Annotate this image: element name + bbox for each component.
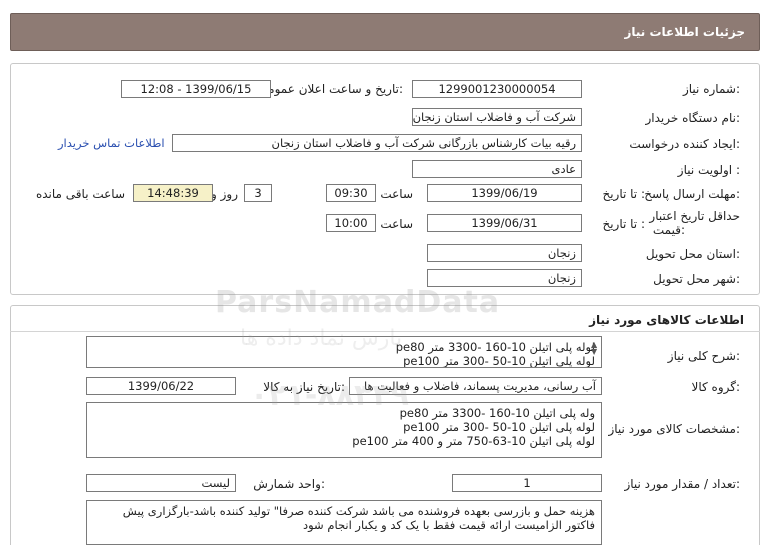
unit-label: واحد شمارش: — [253, 477, 325, 491]
summary-line: لوله پلی اتیلن 10-50 -300 متر pe100 — [403, 354, 595, 368]
notes-line: هزینه حمل و بازرسی بعهده فروشنده می باشد… — [122, 504, 595, 518]
deadline-label: مهلت ارسال پاسخ: — [644, 187, 740, 201]
buyer-contact-link[interactable]: اطلاعات تماس خریدار — [58, 136, 165, 150]
validity-to-date-label: تا تاریخ : — [602, 217, 645, 231]
remaining-time-label: ساعت باقی مانده — [35, 187, 125, 201]
watermark-brand-fa: پارس نماد داده ها — [240, 326, 403, 351]
buyer-org-label: نام دستگاه خریدار: — [645, 111, 741, 125]
goods-group-label: گروه کالا: — [691, 380, 741, 394]
goods-section-title: اطلاعات کالاهای مورد نیاز — [589, 313, 744, 327]
need-number-label: شماره نیاز: — [682, 82, 740, 96]
spec-line: لوله پلی اتیلن 10-63-750 متر و 400 متر p… — [352, 434, 595, 448]
deadline-to-date-label: تا تاریخ : — [602, 187, 645, 201]
notes-line: فاکتور الزامیست ارائه قیمت فقط با یک کد … — [302, 518, 595, 532]
deadline-date-field: 1399/06/19 — [427, 184, 582, 202]
requester-label: ایجاد کننده درخواست: — [629, 137, 740, 151]
spec-label: مشخصات کالای مورد نیاز: — [608, 422, 740, 436]
province-field: زنجان — [427, 244, 582, 262]
page-title: جزئیات اطلاعات نیاز — [624, 25, 745, 39]
notes-textarea[interactable]: هزینه حمل و بازرسی بعهده فروشنده می باشد… — [86, 500, 602, 545]
watermark-brand: ParsNamadData — [215, 285, 501, 320]
need-number-field: 1299001230000054 — [412, 80, 582, 98]
priority-label: اولویت نیاز : — [677, 163, 740, 177]
quantity-field: 1 — [452, 474, 602, 492]
watermark-phone: ۰۲۱-۸۸۳۴۹ — [250, 378, 409, 413]
announce-date-field: 1399/06/15 - 12:08 — [121, 80, 271, 98]
unit-field: لیست — [86, 474, 236, 492]
summary-label: شرح کلی نیاز: — [667, 349, 740, 363]
buyer-org-field: شرکت آب و فاضلاب استان زنجان — [412, 108, 582, 126]
deadline-time-label: ساعت — [380, 187, 413, 201]
resize-handle-icon[interactable]: ▲ ▼ — [591, 341, 597, 356]
validity-time-field: 10:00 — [326, 214, 376, 232]
page-header: جزئیات اطلاعات نیاز — [10, 13, 760, 51]
need-date-field: 1399/06/22 — [86, 377, 236, 395]
days-label: روز و — [211, 187, 238, 201]
priority-field: عادی — [412, 160, 582, 178]
spec-line: لوله پلی اتیلن 10-50 -300 متر pe100 — [403, 420, 595, 434]
quantity-label: تعداد / مقدار مورد نیاز: — [624, 477, 740, 491]
validity-date-field: 1399/06/31 — [427, 214, 582, 232]
city-label: شهر محل تحویل: — [653, 272, 740, 286]
remaining-time-field: 14:48:39 — [133, 184, 213, 202]
deadline-time-field: 09:30 — [326, 184, 376, 202]
announce-date-label: تاریخ و ساعت اعلان عمومی: — [258, 82, 403, 96]
validity-label: حداقل تاریخ اعتبار — [649, 209, 740, 223]
province-label: استان محل تحویل: — [645, 247, 740, 261]
requester-field: رقیه بیات کارشناس بازرگانی شرکت آب و فاض… — [172, 134, 582, 152]
validity-time-label: ساعت — [380, 217, 413, 231]
days-remaining-field: 3 — [244, 184, 272, 202]
validity-label-2: قیمت: — [652, 223, 685, 237]
